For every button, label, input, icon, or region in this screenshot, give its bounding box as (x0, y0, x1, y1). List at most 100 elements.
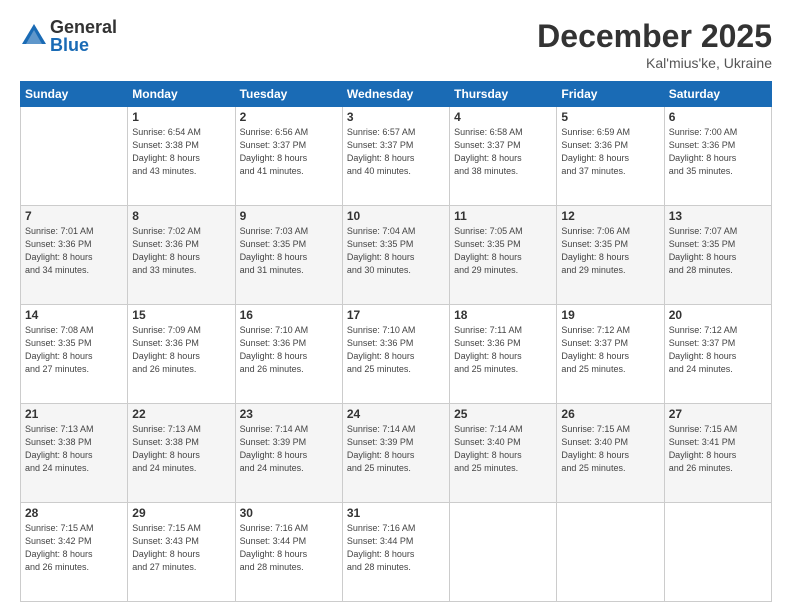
logo-general-text: General (50, 18, 117, 36)
calendar-cell (664, 503, 771, 602)
cell-info: Sunrise: 7:10 AMSunset: 3:36 PMDaylight:… (240, 324, 338, 376)
cell-info: Sunrise: 7:10 AMSunset: 3:36 PMDaylight:… (347, 324, 445, 376)
cell-info: Sunrise: 6:57 AMSunset: 3:37 PMDaylight:… (347, 126, 445, 178)
cell-info: Sunrise: 6:58 AMSunset: 3:37 PMDaylight:… (454, 126, 552, 178)
calendar-cell: 24Sunrise: 7:14 AMSunset: 3:39 PMDayligh… (342, 404, 449, 503)
calendar-cell: 11 Sunrise: 7:05 AMSunset: 3:35 PMDayligh… (450, 206, 557, 305)
calendar-cell: 1Sunrise: 6:54 AMSunset: 3:38 PMDaylight… (128, 107, 235, 206)
cell-info: Sunrise: 7:15 AMSunset: 3:41 PMDaylight:… (669, 423, 767, 475)
calendar-cell: 28 Sunrise: 7:15 AMSunset: 3:42 PMDayligh… (21, 503, 128, 602)
day-number: 17 (347, 308, 445, 322)
cell-info: Sunrise: 6:54 AMSunset: 3:38 PMDaylight:… (132, 126, 230, 178)
cell-info: Sunrise: 7:12 AMSunset: 3:37 PMDaylight:… (669, 324, 767, 376)
calendar-cell: 19 Sunrise: 7:12 AMSunset: 3:37 PMDayligh… (557, 305, 664, 404)
week-row-0: 1Sunrise: 6:54 AMSunset: 3:38 PMDaylight… (21, 107, 772, 206)
cell-info: Sunrise: 7:15 AMSunset: 3:42 PMDaylight:… (25, 522, 123, 574)
day-number: 19 (561, 308, 659, 322)
day-number: 8 (132, 209, 230, 223)
weekday-friday: Friday (557, 82, 664, 107)
calendar-cell: 12Sunrise: 7:06 AMSunset: 3:35 PMDayligh… (557, 206, 664, 305)
calendar-cell: 30 Sunrise: 7:16 AMSunset: 3:44 PMDayligh… (235, 503, 342, 602)
calendar-cell (450, 503, 557, 602)
calendar-cell: 18Sunrise: 7:11 AMSunset: 3:36 PMDayligh… (450, 305, 557, 404)
cell-info: Sunrise: 7:16 AMSunset: 3:44 PMDaylight:… (347, 522, 445, 574)
day-number: 31 (347, 506, 445, 520)
day-number: 2 (240, 110, 338, 124)
logo-blue-text: Blue (50, 36, 117, 54)
weekday-monday: Monday (128, 82, 235, 107)
calendar-cell: 26Sunrise: 7:15 AMSunset: 3:40 PMDayligh… (557, 404, 664, 503)
day-number: 29 (132, 506, 230, 520)
day-number: 9 (240, 209, 338, 223)
calendar-cell: 29 Sunrise: 7:15 AMSunset: 3:43 PMDayligh… (128, 503, 235, 602)
calendar-cell: 14 Sunrise: 7:08 AMSunset: 3:35 PMDayligh… (21, 305, 128, 404)
cell-info: Sunrise: 7:09 AMSunset: 3:36 PMDaylight:… (132, 324, 230, 376)
calendar-cell: 16 Sunrise: 7:10 AMSunset: 3:36 PMDayligh… (235, 305, 342, 404)
day-number: 13 (669, 209, 767, 223)
day-number: 18 (454, 308, 552, 322)
weekday-thursday: Thursday (450, 82, 557, 107)
location: Kal'mius'ke, Ukraine (537, 55, 772, 71)
day-number: 28 (25, 506, 123, 520)
day-number: 5 (561, 110, 659, 124)
week-row-2: 14 Sunrise: 7:08 AMSunset: 3:35 PMDayligh… (21, 305, 772, 404)
calendar-cell: 2 Sunrise: 6:56 AMSunset: 3:37 PMDaylight… (235, 107, 342, 206)
cell-info: Sunrise: 6:56 AMSunset: 3:37 PMDaylight:… (240, 126, 338, 178)
calendar-cell: 20 Sunrise: 7:12 AMSunset: 3:37 PMDayligh… (664, 305, 771, 404)
calendar-cell: 7 Sunrise: 7:01 AMSunset: 3:36 PMDaylight… (21, 206, 128, 305)
cell-info: Sunrise: 7:01 AMSunset: 3:36 PMDaylight:… (25, 225, 123, 277)
day-number: 15 (132, 308, 230, 322)
calendar-cell: 10Sunrise: 7:04 AMSunset: 3:35 PMDayligh… (342, 206, 449, 305)
weekday-sunday: Sunday (21, 82, 128, 107)
day-number: 10 (347, 209, 445, 223)
cell-info: Sunrise: 7:08 AMSunset: 3:35 PMDaylight:… (25, 324, 123, 376)
weekday-header-row: SundayMondayTuesdayWednesdayThursdayFrid… (21, 82, 772, 107)
day-number: 21 (25, 407, 123, 421)
day-number: 30 (240, 506, 338, 520)
calendar-cell: 17 Sunrise: 7:10 AMSunset: 3:36 PMDayligh… (342, 305, 449, 404)
week-row-3: 21 Sunrise: 7:13 AMSunset: 3:38 PMDayligh… (21, 404, 772, 503)
calendar-cell (557, 503, 664, 602)
calendar-table: SundayMondayTuesdayWednesdayThursdayFrid… (20, 81, 772, 602)
day-number: 4 (454, 110, 552, 124)
day-number: 14 (25, 308, 123, 322)
calendar-cell: 4 Sunrise: 6:58 AMSunset: 3:37 PMDaylight… (450, 107, 557, 206)
cell-info: Sunrise: 7:14 AMSunset: 3:39 PMDaylight:… (240, 423, 338, 475)
calendar-cell: 3 Sunrise: 6:57 AMSunset: 3:37 PMDaylight… (342, 107, 449, 206)
header: General Blue December 2025 Kal'mius'ke, … (20, 18, 772, 71)
weekday-wednesday: Wednesday (342, 82, 449, 107)
title-block: December 2025 Kal'mius'ke, Ukraine (537, 18, 772, 71)
calendar-cell: 6Sunrise: 7:00 AMSunset: 3:36 PMDaylight… (664, 107, 771, 206)
cell-info: Sunrise: 7:12 AMSunset: 3:37 PMDaylight:… (561, 324, 659, 376)
cell-info: Sunrise: 7:14 AMSunset: 3:39 PMDaylight:… (347, 423, 445, 475)
calendar-cell: 9Sunrise: 7:03 AMSunset: 3:35 PMDaylight… (235, 206, 342, 305)
cell-info: Sunrise: 7:05 AMSunset: 3:35 PMDaylight:… (454, 225, 552, 277)
calendar-cell: 5 Sunrise: 6:59 AMSunset: 3:36 PMDaylight… (557, 107, 664, 206)
day-number: 12 (561, 209, 659, 223)
calendar-cell: 31 Sunrise: 7:16 AMSunset: 3:44 PMDayligh… (342, 503, 449, 602)
day-number: 3 (347, 110, 445, 124)
calendar-cell (21, 107, 128, 206)
day-number: 27 (669, 407, 767, 421)
calendar-cell: 23 Sunrise: 7:14 AMSunset: 3:39 PMDayligh… (235, 404, 342, 503)
cell-info: Sunrise: 6:59 AMSunset: 3:36 PMDaylight:… (561, 126, 659, 178)
day-number: 23 (240, 407, 338, 421)
cell-info: Sunrise: 7:13 AMSunset: 3:38 PMDaylight:… (132, 423, 230, 475)
calendar-cell: 13 Sunrise: 7:07 AMSunset: 3:35 PMDayligh… (664, 206, 771, 305)
day-number: 25 (454, 407, 552, 421)
weekday-saturday: Saturday (664, 82, 771, 107)
cell-info: Sunrise: 7:00 AMSunset: 3:36 PMDaylight:… (669, 126, 767, 178)
day-number: 11 (454, 209, 552, 223)
day-number: 7 (25, 209, 123, 223)
calendar-cell: 22Sunrise: 7:13 AMSunset: 3:38 PMDayligh… (128, 404, 235, 503)
day-number: 16 (240, 308, 338, 322)
day-number: 26 (561, 407, 659, 421)
logo-icon (20, 22, 48, 50)
cell-info: Sunrise: 7:07 AMSunset: 3:35 PMDaylight:… (669, 225, 767, 277)
page: General Blue December 2025 Kal'mius'ke, … (0, 0, 792, 612)
cell-info: Sunrise: 7:15 AMSunset: 3:43 PMDaylight:… (132, 522, 230, 574)
day-number: 20 (669, 308, 767, 322)
week-row-1: 7 Sunrise: 7:01 AMSunset: 3:36 PMDaylight… (21, 206, 772, 305)
cell-info: Sunrise: 7:02 AMSunset: 3:36 PMDaylight:… (132, 225, 230, 277)
cell-info: Sunrise: 7:16 AMSunset: 3:44 PMDaylight:… (240, 522, 338, 574)
